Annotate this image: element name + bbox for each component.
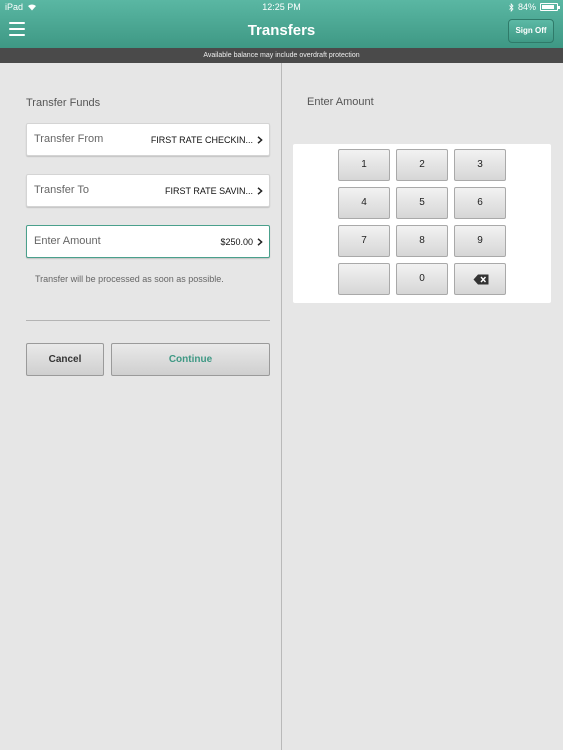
form-divider: [26, 320, 270, 321]
battery-fill: [542, 5, 554, 9]
backspace-icon: [473, 274, 489, 285]
chevron-right-icon: [257, 136, 263, 144]
key-7[interactable]: 7: [338, 225, 390, 257]
key-1[interactable]: 1: [338, 149, 390, 181]
keypad-panel: Enter Amount 1 2 3 4 5 6 7 8 9 0: [282, 63, 563, 750]
transfer-to-label: Transfer To: [34, 184, 90, 196]
battery-icon: [540, 3, 560, 11]
continue-button[interactable]: Continue: [111, 343, 270, 376]
chevron-right-icon: [257, 187, 263, 195]
status-bar: iPad 12:25 PM 84%: [0, 0, 563, 14]
key-backspace[interactable]: [454, 263, 506, 295]
key-3[interactable]: 3: [454, 149, 506, 181]
transfer-from-field[interactable]: Transfer From FIRST RATE CHECKIN...: [26, 123, 270, 156]
transfer-from-value: FIRST RATE CHECKIN...: [150, 135, 253, 145]
transfer-to-field[interactable]: Transfer To FIRST RATE SAVIN...: [26, 174, 270, 207]
key-0[interactable]: 0: [396, 263, 448, 295]
battery-percent: 84%: [517, 2, 536, 12]
transfer-to-value: FIRST RATE SAVIN...: [164, 186, 253, 196]
processing-note: Transfer will be processed as soon as po…: [35, 274, 224, 284]
page-title: Transfers: [247, 22, 316, 39]
cancel-button[interactable]: Cancel: [26, 343, 104, 376]
key-5[interactable]: 5: [396, 187, 448, 219]
key-4[interactable]: 4: [338, 187, 390, 219]
chevron-right-icon: [257, 238, 263, 246]
transfer-form-panel: Transfer Funds Transfer From FIRST RATE …: [0, 63, 281, 750]
key-6[interactable]: 6: [454, 187, 506, 219]
status-time: 12:25 PM: [262, 2, 301, 12]
overdraft-notice: Available balance may include overdraft …: [0, 48, 563, 63]
key-9[interactable]: 9: [454, 225, 506, 257]
key-8[interactable]: 8: [396, 225, 448, 257]
enter-amount-field[interactable]: Enter Amount $250.00: [26, 225, 270, 258]
enter-amount-label: Enter Amount: [34, 235, 101, 247]
enter-amount-value: $250.00: [220, 237, 253, 247]
key-2[interactable]: 2: [396, 149, 448, 181]
sign-off-button[interactable]: Sign Off: [508, 19, 554, 43]
bluetooth-icon: [509, 2, 514, 12]
keypad: 1 2 3 4 5 6 7 8 9 0: [293, 144, 551, 303]
key-blank[interactable]: [338, 263, 390, 295]
transfer-from-label: Transfer From: [34, 133, 104, 145]
navigation-bar: iPad 12:25 PM 84% Transfers Sign Off: [0, 0, 563, 48]
transfer-funds-heading: Transfer Funds: [26, 97, 101, 109]
enter-amount-heading: Enter Amount: [307, 96, 374, 108]
status-right: 84%: [509, 0, 560, 14]
